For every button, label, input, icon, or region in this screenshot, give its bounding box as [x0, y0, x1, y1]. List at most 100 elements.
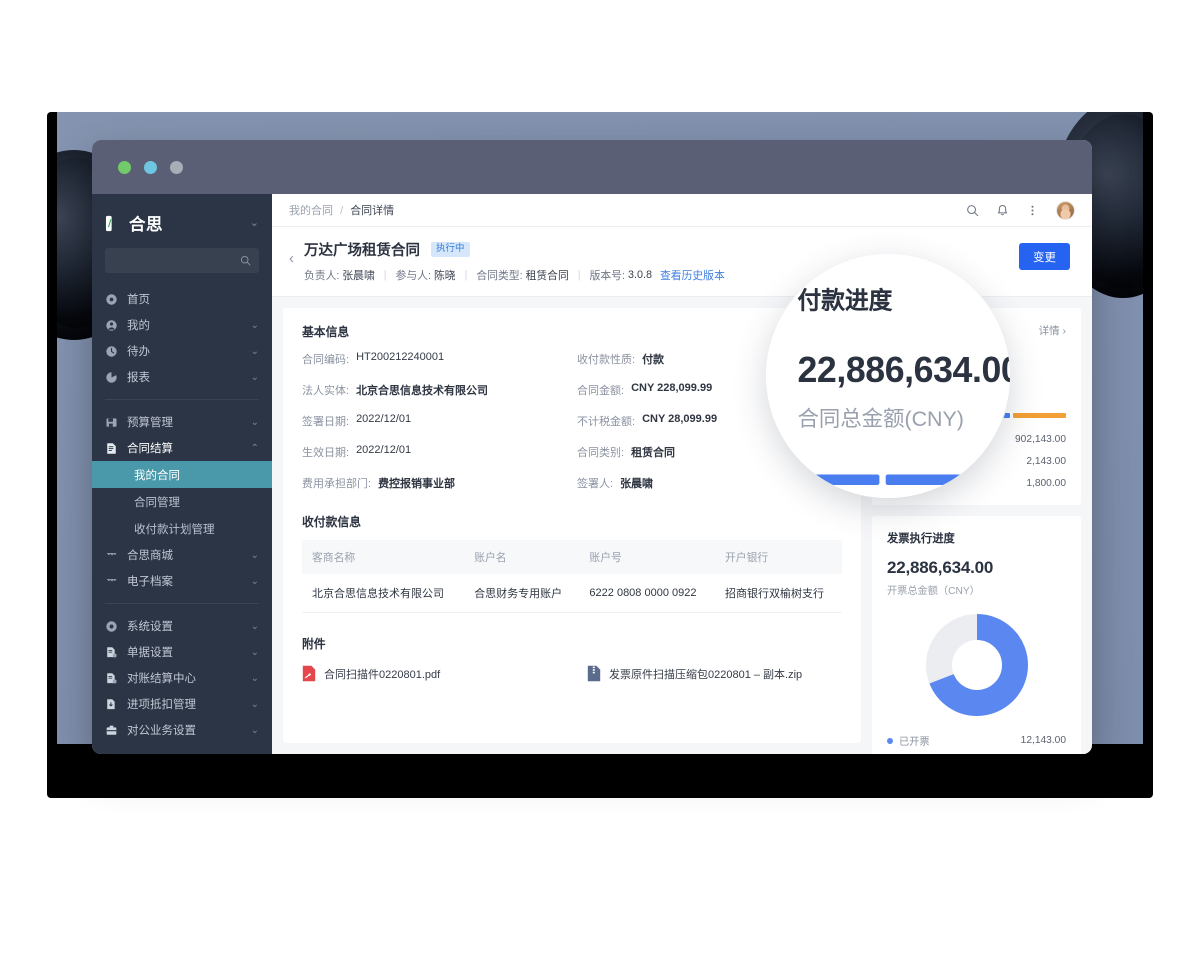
bell-icon[interactable] [996, 204, 1009, 217]
sidebar-item-label: 进项抵扣管理 [127, 699, 196, 711]
legend-value: 12,143.00 [1020, 735, 1066, 746]
window-titlebar [92, 140, 1092, 194]
status-badge: 执行中 [431, 242, 470, 257]
sidebar-item-input-deduction[interactable]: 进项抵扣管理 ⌄ [92, 691, 272, 717]
nav-group-settings: 系统设置 ⌄ 单据设置 ⌄ 对账结算中心 ⌄ 进项抵扣管理 ⌄ 对公业务设置 ⌄ [92, 613, 272, 743]
legend-value: 2,143.00 [1026, 456, 1066, 467]
sidebar-item-document-settings[interactable]: 单据设置 ⌄ [92, 639, 272, 665]
info-label: 法人实体: [302, 385, 350, 397]
contract-icon [107, 442, 116, 454]
invoice-progress-title: 发票执行进度 [887, 533, 955, 545]
attachment-pdf[interactable]: 合同扫描件0220801.pdf [302, 665, 587, 682]
chevron-left-icon[interactable]: ‹ [289, 239, 294, 283]
chevron-down-icon: ⌄ [250, 416, 259, 428]
info-value: 2022/12/01 [356, 413, 412, 425]
payment-progress-details-link[interactable]: 详情 › [1039, 323, 1066, 338]
sidebar-item-label: 对公业务设置 [127, 725, 196, 737]
info-value: 北京合思信息技术有限公司 [356, 385, 489, 397]
sidebar-item-mall[interactable]: 合思商城 ⌄ [92, 542, 272, 568]
sidebar-subitem-label: 我的合同 [134, 469, 180, 482]
traffic-light-blue-dot[interactable] [144, 160, 157, 174]
sidebar-item-system-settings[interactable]: 系统设置 ⌄ [92, 613, 272, 639]
payment-info-table: 客商名称 账户名 账户号 开户银行 北京合思信息技术有限公司 合思财务专用账户 [302, 540, 842, 613]
traffic-light-green-dot[interactable] [118, 160, 131, 174]
sidebar-subitem-my-contracts[interactable]: 我的合同 [92, 461, 272, 488]
home-icon [106, 293, 117, 305]
basic-info-grid: 合同编码: HT200212240001 收付款性质: 付款 法人实体: 北京合思信息… [302, 351, 842, 491]
chevron-down-icon: ⌄ [250, 620, 259, 632]
legend-row: 已开票 12,143.00 [887, 733, 1066, 748]
search-box[interactable] [98, 248, 259, 273]
meta-separator: | [577, 269, 581, 281]
attachment-name: 合同扫描件0220801.pdf [324, 668, 441, 681]
invoice-donut-chart [887, 611, 1066, 719]
sidebar-item-label: 预算管理 [127, 417, 173, 429]
more-vertical-icon[interactable] [1026, 204, 1039, 217]
sidebar-item-corporate-business[interactable]: 对公业务设置 ⌄ [92, 717, 272, 743]
clock-icon [106, 345, 117, 357]
meta-version-label: 版本号: [589, 270, 625, 282]
info-value: CNY 228,099.99 [631, 382, 713, 394]
chevron-down-icon: ⌄ [250, 646, 259, 658]
change-button[interactable]: 变更 [1019, 243, 1070, 270]
column-header: 开户银行 [715, 540, 842, 574]
sidebar-item-budget[interactable]: 预算管理 ⌄ [92, 409, 272, 435]
info-value: HT200212240001 [356, 351, 445, 363]
info-row: 法人实体: 北京合思信息技术有限公司 [302, 382, 567, 398]
sidebar-item-label: 待办 [127, 346, 150, 358]
search-input[interactable] [98, 254, 240, 267]
cell-bank: 招商银行双榆树支行 [715, 574, 842, 613]
pdf-file-icon [302, 665, 316, 682]
payment-progress-title-magnified: 付款进度 [797, 289, 893, 315]
gear-icon [106, 620, 117, 632]
meta-type-value: 租赁合同 [525, 270, 569, 282]
attachment-zip[interactable]: 发票原件扫描压缩包0220801 – 副本.zip [587, 665, 802, 682]
wallet-icon [106, 417, 117, 427]
sidebar-item-contract-settlement[interactable]: 合同结算 ⌃ [92, 435, 272, 461]
brand[interactable]: 合思 ⌄ [92, 206, 272, 240]
table-row[interactable]: 北京合思信息技术有限公司 合思财务专用账户 6222 0808 0000 092… [302, 574, 842, 613]
sidebar-item-report[interactable]: 报表 ⌄ [92, 364, 272, 390]
info-label: 生效日期: [302, 447, 350, 459]
info-label: 费用承担部门: [302, 478, 372, 490]
briefcase-icon [106, 725, 117, 735]
avatar[interactable] [1056, 200, 1075, 220]
search-icon[interactable] [966, 204, 979, 217]
sidebar-subitem-payment-plan[interactable]: 收付款计划管理 [92, 515, 272, 542]
magnifier-lens: 付款进度 详情 › 22,886,634.00 合同总金额(CNY) 已执行 9… [766, 254, 1010, 498]
cell-account-number: 6222 0808 0000 0922 [579, 574, 715, 613]
column-header: 客商名称 [302, 540, 465, 574]
sidebar-item-todo[interactable]: 待办 ⌄ [92, 338, 272, 364]
info-value: 2022/12/01 [356, 444, 412, 456]
invoice-progress-amount: 22,886,634.00 [887, 558, 994, 577]
breadcrumb-separator: / [340, 205, 344, 217]
chevron-down-icon: ⌄ [250, 672, 259, 684]
sidebar-item-label: 我的 [127, 320, 150, 332]
info-label: 合同类别: [577, 447, 625, 459]
info-row: 合同编码: HT200212240001 [302, 351, 567, 367]
breadcrumb-root[interactable]: 我的合同 [289, 205, 333, 217]
sidebar-subitem-contract-management[interactable]: 合同管理 [92, 488, 272, 515]
payment-progress-header-magnified: 付款进度 详情 › [798, 283, 1011, 317]
chart-pie-icon [106, 371, 117, 383]
traffic-light-grey-dot[interactable] [170, 160, 183, 174]
legend-value: 902,143.00 [1015, 434, 1066, 445]
chevron-down-icon: ⌄ [250, 698, 259, 710]
topbar: 我的合同 / 合同详情 [272, 194, 1092, 227]
sidebar-item-label: 单据设置 [127, 647, 173, 659]
info-label: 收付款性质: [577, 354, 636, 366]
sidebar-item-home[interactable]: 首页 [92, 286, 272, 312]
basic-info-title: 基本信息 [302, 325, 350, 339]
sidebar-item-reconciliation-center[interactable]: 对账结算中心 ⌄ [92, 665, 272, 691]
payment-progress-amount-label-magnified: 合同总金额(CNY) [797, 409, 964, 433]
column-header: 账户号 [579, 540, 715, 574]
progress-segment [1013, 413, 1066, 418]
sidebar-item-mine[interactable]: 我的 ⌄ [92, 312, 272, 338]
info-label: 合同编码: [302, 354, 350, 366]
sidebar-item-earchive[interactable]: 电子档案 ⌄ [92, 568, 272, 594]
legend-dot-icon [887, 737, 893, 744]
sidebar-divider [105, 603, 259, 604]
view-history-link[interactable]: 查看历史版本 [660, 267, 725, 283]
sidebar-item-label: 首页 [127, 294, 150, 306]
meta-type-label: 合同类型: [476, 270, 523, 282]
